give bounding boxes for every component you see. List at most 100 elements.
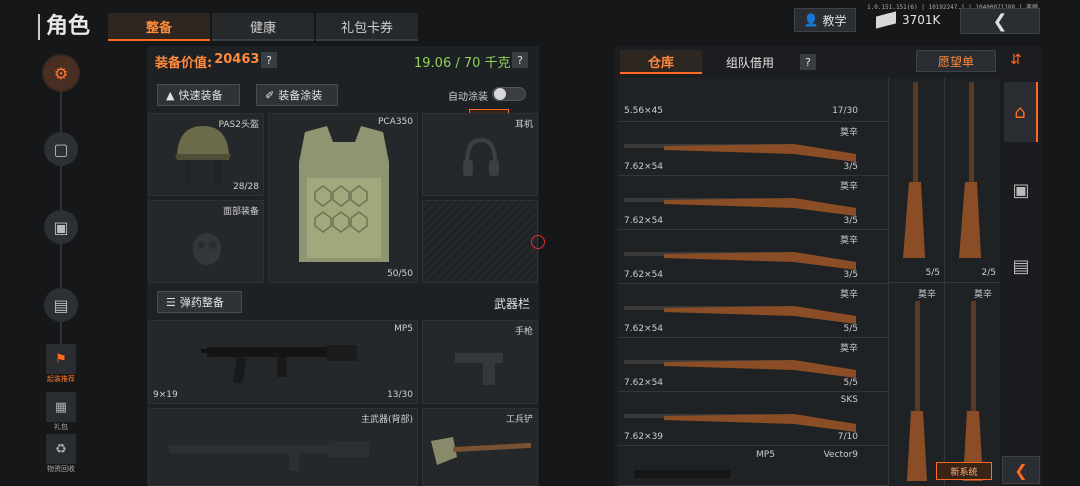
equipment-value: 装备价值: 20463 [155,52,260,71]
weapon-bar-title: 武器栏 [494,297,531,311]
warehouse-item-top[interactable]: 5.56×45 17/30 [618,78,888,122]
item-count: 7/10 [837,432,858,442]
crate-tab-icon[interactable]: ▣ [1004,160,1038,220]
weight-help-button[interactable]: ? [512,52,528,68]
warehouse-item-row[interactable]: 莫辛 7.62×54 5/5 [618,338,888,392]
warehouse-new-badge: 新系统 [936,462,992,480]
face-slot[interactable]: 面部装备 [148,200,264,283]
chevron-left-icon: ❮ [992,10,1008,32]
shirt-icon: ▲ [166,88,175,102]
warehouse-vertical-2[interactable]: 2/5 [944,78,1000,282]
armor-image [299,126,389,262]
primary-weapon-slot[interactable]: MP5 9×19 13/30 [148,320,418,404]
pistol-icon [455,353,503,385]
tab-health[interactable]: 健康 [212,13,314,41]
tutorial-button[interactable]: 👤 教学 [794,8,856,32]
money-tab-icon[interactable]: ▤ [1004,236,1038,296]
shovel-image [431,437,532,465]
page-title: 角色 [38,14,90,40]
warehouse-item-row[interactable]: 莫辛 7.62×54 3/5 [618,176,888,230]
rail-vest-icon[interactable]: ▢ [44,132,78,166]
item-caliber: 7.62×54 [624,270,664,280]
rail-loadout-recommend[interactable]: ⚑ 起装推荐 [36,344,86,384]
back-button[interactable]: ❮ [960,8,1040,34]
warehouse-vertical-1[interactable]: 5/5 [888,78,944,282]
figure-icon: ⚑ [46,344,76,374]
equip-paint-button[interactable]: ✐ 装备涂装 [256,84,338,106]
rifle-image [624,252,856,270]
rifle-image [624,306,856,324]
smg-image [634,470,730,478]
home-tab-icon[interactable]: ⌂ [1004,82,1038,142]
toggle-knob [494,88,506,100]
melee-slot[interactable]: 工兵铲 [422,408,538,486]
vest-icon: ▢ [53,139,69,159]
warehouse-help-button[interactable]: ? [800,54,816,70]
sort-icon[interactable]: ⇵ [1010,52,1022,68]
tab-gift-cards[interactable]: 礼包卡券 [316,13,418,41]
rifle-vertical-image [907,301,927,481]
rail-loadout-icon[interactable]: ⚙ [44,56,78,90]
earphone-slot[interactable]: 耳机 [422,113,538,196]
item-caliber: 7.62×54 [624,216,664,226]
warehouse-item-bottom[interactable]: MP5 Vector9 [618,446,888,486]
rifle-image [624,360,856,378]
rail-storage-icon[interactable]: ▤ [44,288,78,322]
mp5-image [201,345,357,384]
collapse-button[interactable]: ❮ [1002,456,1040,484]
rifle-silhouette-icon [169,441,369,471]
gas-mask-icon [193,233,221,265]
item-count: 5/5 [843,324,858,334]
wishlist-button[interactable]: 愿望单 [916,50,996,72]
headset-icon [463,137,499,176]
pistol-slot[interactable]: 手枪 [422,320,538,404]
auto-paint-label: 自动涂装 [448,92,488,103]
tab-equip[interactable]: 整备 [108,13,210,41]
helmet-image [175,126,231,184]
item-count: 3/5 [843,270,858,280]
cash-icon [876,11,896,29]
rail-backpack-icon[interactable]: ▣ [44,210,78,244]
gift-icon: ▦ [46,392,76,422]
item-count: 3/5 [843,216,858,226]
value-help-button[interactable]: ? [261,52,277,68]
item-caliber: 7.62×39 [624,432,664,442]
item-caliber: 7.62×54 [624,378,664,388]
warehouse-item-row[interactable]: 莫辛 7.62×54 3/5 [618,230,888,284]
rifle-image [624,144,856,162]
tab-warehouse[interactable]: 仓库 [620,50,702,74]
warehouse-vertical-4[interactable]: 莫辛 [944,282,1000,486]
rail-recycle[interactable]: ♻ 物资回收 [36,434,86,474]
empty-slot [422,200,538,283]
helmet-slot[interactable]: PAS2头盔 28/28 [148,113,264,196]
brush-icon: ✐ [265,88,275,102]
quick-equip-button[interactable]: ▲ 快速装备 [157,84,240,106]
armor-slot[interactable]: PCA350 50/50 [268,113,418,283]
item-name: SKS [840,395,858,405]
backpack-icon: ▣ [53,217,69,237]
ammo-icon: ☰ [166,295,176,309]
ammo-prep-button[interactable]: ☰ 弹药整备 [157,291,242,313]
storage-box-icon: ▤ [53,295,69,315]
warehouse-item-row[interactable]: 莫辛 7.62×54 3/5 [618,122,888,176]
crosshair-icon [531,235,545,249]
rifle-vertical-image [903,82,925,258]
rail-gift[interactable]: ▦ 礼包 [36,392,86,432]
recycle-icon: ♻ [46,434,76,464]
warehouse-item-row[interactable]: 莫辛 7.62×54 5/5 [618,284,888,338]
item-caliber: 7.62×54 [624,162,664,172]
back-weapon-slot[interactable]: 主武器(背部) [148,408,418,486]
currency-display: 3701K [876,10,956,30]
item-count: 3/5 [843,162,858,172]
warehouse-vertical-3[interactable]: 莫辛 [888,282,944,486]
warehouse-item-row[interactable]: SKS 7.62×39 7/10 [618,392,888,446]
item-count: 5/5 [843,378,858,388]
tab-team-borrow[interactable]: 组队借用 [726,54,774,71]
weight-display: 19.06 / 70 千克 [414,56,511,71]
person-icon: 👤 [803,13,819,27]
rifle-vertical-image [959,82,981,258]
rifle-image [624,198,856,216]
auto-paint-toggle[interactable] [492,87,526,101]
rifle-image [624,414,856,432]
item-caliber: 7.62×54 [624,324,664,334]
